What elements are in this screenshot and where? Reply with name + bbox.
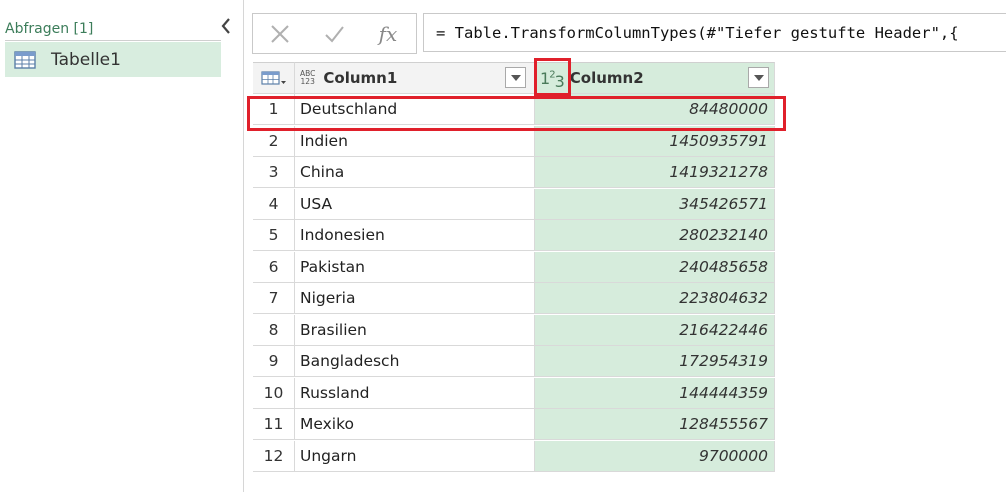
column1-cell[interactable]: Russland (295, 377, 535, 409)
column1-cell[interactable]: China (295, 157, 535, 188)
queries-header-label: Abfragen [1] (5, 21, 94, 37)
column2-cell[interactable]: 1450935791 (535, 125, 775, 157)
commit-formula-button[interactable] (307, 14, 361, 53)
table-row[interactable]: 4 USA 345426571 (253, 188, 775, 220)
queries-pane: Abfragen [1] Tabelle1 (0, 0, 243, 492)
column1-cell[interactable]: Deutschland (295, 94, 535, 125)
column1-cell[interactable]: Pakistan (295, 251, 535, 283)
collapse-pane-button[interactable] (216, 14, 236, 38)
column1-cell[interactable]: Nigeria (295, 283, 535, 314)
pane-divider (243, 0, 244, 492)
column1-cell[interactable]: USA (295, 188, 535, 220)
column2-cell[interactable]: 280232140 (535, 220, 775, 251)
row-number[interactable]: 1 (253, 94, 295, 125)
table-row[interactable]: 3 China 1419321278 (253, 157, 775, 188)
row-number[interactable]: 7 (253, 283, 295, 314)
column1-title: Column1 (323, 69, 398, 87)
queries-header: Abfragen [1] (5, 18, 221, 41)
column2-cell[interactable]: 1419321278 (535, 157, 775, 188)
column2-cell[interactable]: 9700000 (535, 440, 775, 472)
table-row[interactable]: 6 Pakistan 240485658 (253, 251, 775, 283)
table-row[interactable]: 9 Bangladesch 172954319 (253, 346, 775, 377)
column1-cell[interactable]: Bangladesch (295, 346, 535, 377)
table-row[interactable]: 12 Ungarn 9700000 (253, 440, 775, 472)
column2-cell[interactable]: 223804632 (535, 283, 775, 314)
column2-title: Column2 (569, 69, 644, 87)
column1-cell[interactable]: Indien (295, 125, 535, 157)
row-number[interactable]: 12 (253, 440, 295, 472)
check-icon (325, 25, 344, 43)
table-row[interactable]: 11 Mexiko 128455567 (253, 409, 775, 440)
table-icon (14, 50, 36, 69)
table-menu-icon (260, 71, 286, 85)
table-row[interactable]: 7 Nigeria 223804632 (253, 283, 775, 314)
x-icon (271, 24, 289, 43)
table-row[interactable]: 2 Indien 1450935791 (253, 125, 775, 157)
row-number[interactable]: 6 (253, 251, 295, 283)
table-row[interactable]: 5 Indonesien 280232140 (253, 220, 775, 251)
type-any-icon: ABC 123 (300, 69, 316, 86)
insert-function-button[interactable]: fx (361, 14, 415, 53)
column2-cell[interactable]: 172954319 (535, 346, 775, 377)
table-row[interactable]: 1 Deutschland 84480000 (253, 94, 775, 125)
column2-cell[interactable]: 345426571 (535, 188, 775, 220)
column2-cell[interactable]: 144444359 (535, 377, 775, 409)
fx-icon: fx (378, 21, 398, 46)
column1-cell[interactable]: Brasilien (295, 314, 535, 346)
row-number[interactable]: 11 (253, 409, 295, 440)
chevron-left-icon (221, 18, 230, 34)
row-number[interactable]: 9 (253, 346, 295, 377)
column2-cell[interactable]: 128455567 (535, 409, 775, 440)
column1-cell[interactable]: Indonesien (295, 220, 535, 251)
row-number[interactable]: 4 (253, 188, 295, 220)
cancel-formula-button[interactable] (253, 14, 307, 53)
chevron-down-icon (510, 74, 521, 81)
column2-cell[interactable]: 240485658 (535, 251, 775, 283)
column1-cell[interactable]: Ungarn (295, 440, 535, 472)
row-number[interactable]: 5 (253, 220, 295, 251)
table-row[interactable]: 8 Brasilien 216422446 (253, 314, 775, 346)
column1-header[interactable]: ABC 123 Column1 (295, 62, 535, 94)
column2-cell[interactable]: 84480000 (535, 94, 775, 125)
row-number[interactable]: 8 (253, 314, 295, 346)
column2-header[interactable]: 123 Column2 (535, 62, 775, 94)
formula-input[interactable]: = Table.TransformColumnTypes(#"Tiefer ge… (423, 13, 1006, 52)
row-number[interactable]: 3 (253, 157, 295, 188)
header-row: ABC 123 Column1 123 Column2 (253, 62, 775, 94)
table-menu-button[interactable] (253, 62, 295, 94)
column2-cell[interactable]: 216422446 (535, 314, 775, 346)
row-number[interactable]: 2 (253, 125, 295, 157)
query-item-tabelle1[interactable]: Tabelle1 (5, 42, 221, 77)
column1-filter-button[interactable] (505, 67, 526, 88)
query-item-label: Tabelle1 (51, 49, 121, 70)
formula-buttons: fx (252, 13, 417, 54)
column2-filter-button[interactable] (748, 67, 769, 88)
column1-cell[interactable]: Mexiko (295, 409, 535, 440)
chevron-down-icon (753, 74, 764, 81)
table-row[interactable]: 10 Russland 144444359 (253, 377, 775, 409)
type-whole-number-icon[interactable]: 123 (540, 69, 565, 91)
row-number[interactable]: 10 (253, 377, 295, 409)
